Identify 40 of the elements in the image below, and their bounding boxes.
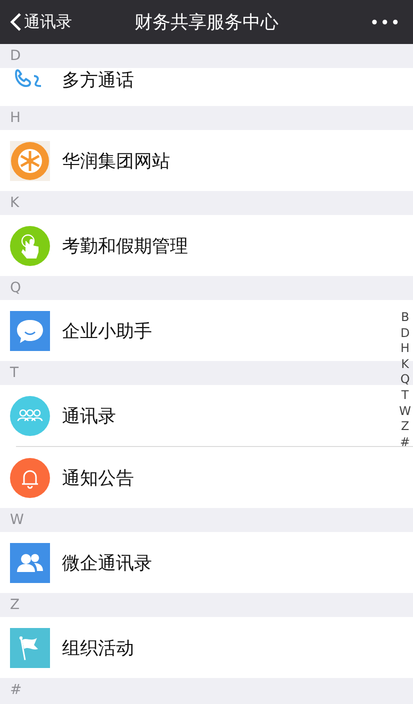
index-letter[interactable]: B bbox=[400, 310, 410, 326]
more-button[interactable]: ••• bbox=[370, 12, 401, 32]
flag-icon bbox=[10, 628, 50, 668]
contact-name: 企业小助手 bbox=[62, 320, 152, 342]
index-letter[interactable]: T bbox=[401, 388, 409, 404]
bell-icon bbox=[10, 458, 50, 498]
index-letter[interactable]: D bbox=[400, 326, 410, 342]
index-letter[interactable]: Q bbox=[400, 372, 410, 388]
chat-bubble-icon bbox=[10, 310, 50, 350]
section-letter: # bbox=[10, 682, 22, 698]
index-letter[interactable]: Z bbox=[400, 419, 410, 435]
contacts-icon bbox=[10, 542, 50, 582]
section-letter: D bbox=[10, 48, 21, 64]
back-button[interactable]: 通讯录 bbox=[0, 12, 72, 32]
contact-name: 华润集团网站 bbox=[62, 150, 170, 172]
contact-row[interactable]: 华润集团网站 bbox=[0, 130, 413, 191]
contact-row[interactable]: 微企通讯录 bbox=[0, 532, 413, 593]
contact-name: 多方通话 bbox=[62, 69, 134, 92]
pointing-hand-icon bbox=[10, 226, 50, 266]
page-title: 财务共享服务中心 bbox=[134, 11, 278, 34]
contact-name: 微企通讯录 bbox=[62, 552, 152, 574]
contact-row[interactable]: 通知公告 bbox=[0, 447, 413, 508]
section-letter: K bbox=[10, 195, 20, 211]
section-letter: Q bbox=[10, 280, 22, 296]
contact-row[interactable]: 考勤和假期管理 bbox=[0, 215, 413, 276]
back-chevron-icon bbox=[10, 12, 22, 32]
index-letter[interactable]: H bbox=[400, 341, 410, 357]
people-icon bbox=[10, 396, 50, 436]
contact-row[interactable]: 多方通话 bbox=[0, 68, 413, 106]
contact-name: 考勤和假期管理 bbox=[62, 234, 188, 258]
contact-name: 通知公告 bbox=[62, 466, 134, 490]
contact-name: 组织活动 bbox=[62, 636, 134, 660]
section-letter: W bbox=[10, 512, 24, 528]
section-letter: Z bbox=[10, 597, 20, 613]
emblem-icon bbox=[10, 140, 50, 180]
section-letter: H bbox=[10, 110, 21, 126]
section-letter: T bbox=[10, 365, 19, 381]
contact-row[interactable]: 组织活动 bbox=[0, 617, 413, 678]
contact-name: 通讯录 bbox=[62, 404, 116, 428]
index-letter[interactable]: W bbox=[399, 404, 411, 420]
